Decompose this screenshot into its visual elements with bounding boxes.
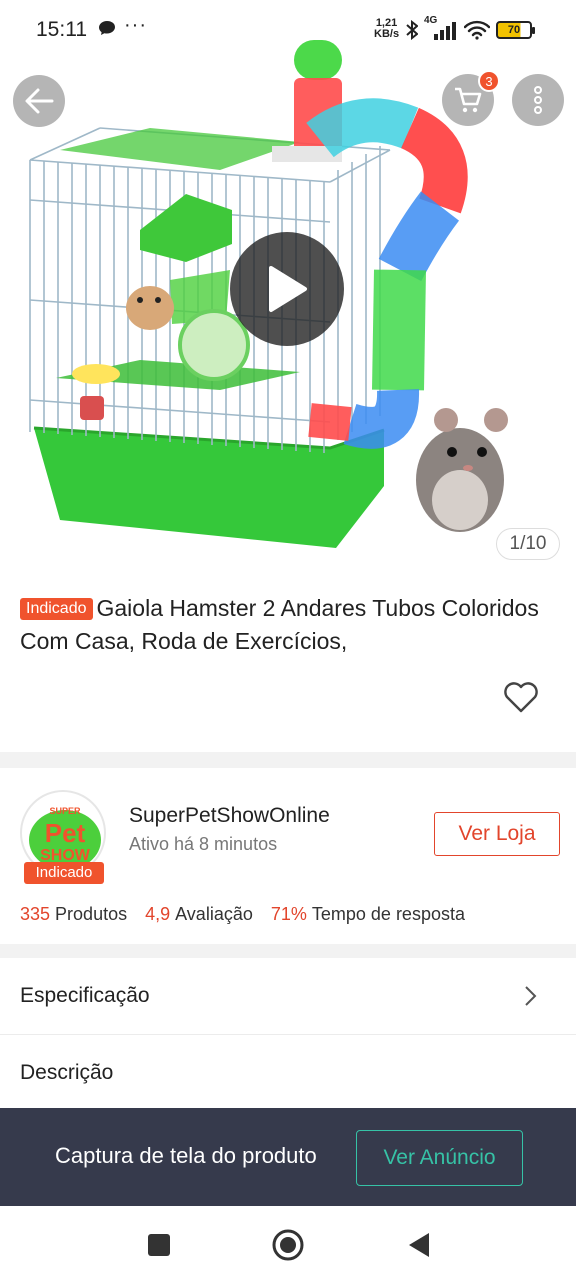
stat-products: 335 Produtos <box>20 904 127 925</box>
stat-value: 4,9 <box>145 904 171 924</box>
section-divider <box>0 752 576 768</box>
chevron-right-icon <box>525 986 537 1006</box>
home-button[interactable] <box>271 1228 305 1262</box>
cart-icon <box>455 87 482 113</box>
chat-bubble-icon <box>98 20 116 41</box>
battery-level: 70 <box>507 24 521 36</box>
more-vertical-icon <box>534 86 542 114</box>
view-store-button[interactable]: Ver Loja <box>434 812 560 856</box>
seller-name[interactable]: SuperPetShowOnline <box>129 804 330 828</box>
status-bar: 15:11 ··· 1,21 KB/s 4G 70 <box>0 0 576 60</box>
network-type: 4G <box>424 15 438 26</box>
cart-badge: 3 <box>478 70 500 92</box>
bluetooth-icon <box>406 20 418 40</box>
status-time: 15:11 <box>36 18 87 41</box>
more-options-button[interactable] <box>512 74 564 126</box>
play-icon <box>269 266 307 312</box>
product-title: Gaiola Hamster 2 Andares Tubos Coloridos… <box>20 595 539 654</box>
stat-label: Produtos <box>55 904 128 924</box>
more-dots-icon: ··· <box>124 14 147 36</box>
back-button[interactable] <box>13 75 65 127</box>
stat-value: 71% <box>270 904 307 924</box>
stat-rating: 4,9 Avaliação <box>145 904 253 925</box>
wifi-icon <box>464 20 490 40</box>
description-label: Descrição <box>20 1061 114 1084</box>
seller-card: SUPER Pet SHOW Indicado SuperPetShowOnli… <box>0 768 576 944</box>
battery-icon: 70 <box>496 21 535 39</box>
home-circle-icon <box>272 1229 304 1261</box>
system-back-button[interactable] <box>402 1228 436 1262</box>
recents-square-icon <box>148 1234 170 1256</box>
network-speed: 1,21 KB/s <box>374 18 399 40</box>
signal-icon: 4G <box>424 15 458 41</box>
view-listing-button[interactable]: Ver Anúncio <box>356 1130 523 1186</box>
banner-text: Captura de tela do produto <box>55 1143 317 1168</box>
stat-label: Avaliação <box>175 904 253 924</box>
logo-text-mid: Pet <box>45 818 86 848</box>
stat-label: Tempo de resposta <box>311 904 465 924</box>
stat-response-time: 71% Tempo de resposta <box>271 904 465 925</box>
back-triangle-icon <box>409 1233 429 1257</box>
specification-label: Especificação <box>20 984 150 1007</box>
system-nav-bar <box>0 1206 576 1280</box>
specification-row[interactable]: Especificação <box>0 958 576 1034</box>
back-arrow-icon <box>25 88 54 114</box>
seller-recommended-tag: Indicado <box>24 862 104 884</box>
screenshot-banner: Captura de tela do produto Ver Anúncio <box>0 1108 576 1206</box>
logo-text-top: SUPER <box>49 806 81 816</box>
product-image-carousel[interactable]: 3 1/10 <box>0 0 576 578</box>
image-page-counter: 1/10 <box>496 528 560 560</box>
stat-value: 335 <box>20 904 51 924</box>
speed-unit: KB/s <box>374 28 400 40</box>
play-video-button[interactable] <box>230 232 344 346</box>
cart-button[interactable]: 3 <box>442 70 500 126</box>
heart-outline-icon[interactable] <box>503 680 539 714</box>
recents-button[interactable] <box>142 1228 176 1262</box>
description-row[interactable]: Descrição <box>0 1035 576 1111</box>
recommended-tag: Indicado <box>20 598 93 620</box>
product-title-block: Indicado Gaiola Hamster 2 Andares Tubos C… <box>20 592 560 658</box>
status-icons: 4G 70 <box>406 15 535 44</box>
seller-active-status: Ativo há 8 minutos <box>129 834 278 854</box>
seller-stats: 335 Produtos 4,9 Avaliação 71% Tempo de res… <box>20 904 465 925</box>
